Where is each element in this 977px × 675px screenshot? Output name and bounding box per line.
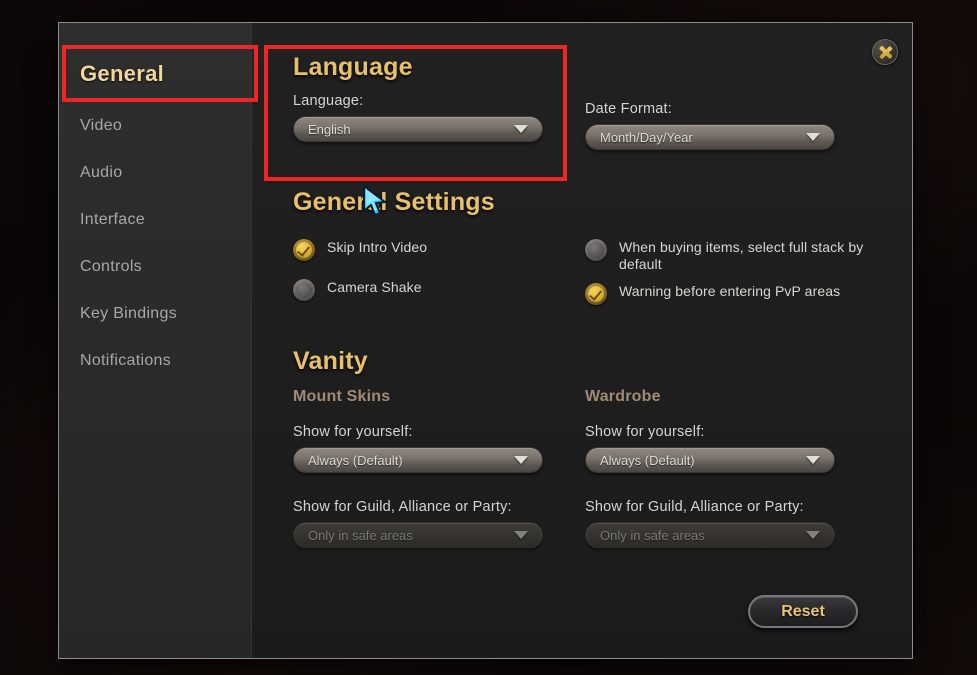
- chevron-down-icon: [514, 531, 528, 539]
- mount-skins-group-value: Only in safe areas: [308, 527, 413, 543]
- chevron-down-icon: [806, 456, 820, 464]
- sidebar-item-label: Controls: [80, 257, 142, 275]
- language-column: Language Language: English: [293, 53, 585, 150]
- sidebar-item-video[interactable]: Video: [59, 102, 251, 149]
- vanity-columns: Mount Skins Show for yourself: Always (D…: [293, 388, 877, 548]
- close-x-icon: [878, 45, 893, 60]
- chevron-down-icon: [514, 125, 528, 133]
- sidebar-item-label: Audio: [80, 163, 123, 181]
- language-field-label: Language:: [293, 93, 364, 109]
- sidebar-nav-list: General Video Audio Interface Controls K…: [59, 23, 251, 384]
- vanity-mount-skins-column: Mount Skins Show for yourself: Always (D…: [293, 388, 585, 548]
- mount-skins-self-label: Show for yourself:: [293, 424, 413, 440]
- checkbox-camera-shake[interactable]: [293, 279, 315, 301]
- settings-sidebar: General Video Audio Interface Controls K…: [59, 23, 252, 658]
- reset-button-label: Reset: [781, 602, 825, 620]
- date-format-dropdown-value: Month/Day/Year: [600, 129, 693, 145]
- date-format-dropdown[interactable]: Month/Day/Year: [585, 124, 835, 150]
- sidebar-item-label: Interface: [80, 210, 145, 228]
- sidebar-item-general[interactable]: General: [59, 46, 251, 102]
- chevron-down-icon: [806, 133, 820, 141]
- chevron-down-icon: [806, 531, 820, 539]
- sidebar-item-audio[interactable]: Audio: [59, 149, 251, 196]
- option-label: Skip Intro Video: [327, 239, 428, 255]
- wardrobe-self-value: Always (Default): [600, 452, 695, 468]
- language-section: Language Language: English Date Format:: [293, 53, 877, 150]
- settings-scroll-viewport: Language Language: English Date Format:: [252, 23, 877, 576]
- date-format-field-label: Date Format:: [585, 101, 673, 117]
- option-row-full-stack[interactable]: When buying items, select full stack by …: [585, 239, 877, 273]
- mount-skins-self-dropdown[interactable]: Always (Default): [293, 447, 543, 473]
- option-row-camera-shake[interactable]: Camera Shake: [293, 279, 585, 301]
- language-dropdown[interactable]: English: [293, 116, 543, 142]
- chevron-down-icon: [514, 456, 528, 464]
- sidebar-item-label: Key Bindings: [80, 304, 177, 322]
- general-settings-section: General Settings Skip Intro Video Camera…: [293, 188, 877, 305]
- language-heading: Language: [293, 53, 413, 81]
- wardrobe-title: Wardrobe: [585, 388, 661, 405]
- option-label: When buying items, select full stack by …: [619, 239, 864, 272]
- sidebar-item-notifications[interactable]: Notifications: [59, 337, 251, 384]
- language-dropdown-value: English: [308, 121, 351, 137]
- sidebar-item-controls[interactable]: Controls: [59, 243, 251, 290]
- general-settings-heading: General Settings: [293, 188, 495, 216]
- vanity-wardrobe-column: Wardrobe Show for yourself: Always (Defa…: [585, 388, 877, 548]
- sidebar-item-label: Video: [80, 116, 123, 134]
- general-settings-columns: Skip Intro Video Camera Shake When buyin…: [293, 223, 877, 305]
- game-settings-screen: General Video Audio Interface Controls K…: [0, 0, 977, 675]
- checkbox-skip-intro-video[interactable]: [293, 239, 315, 261]
- mount-skins-group-label: Show for Guild, Alliance or Party:: [293, 499, 512, 515]
- close-button[interactable]: [872, 39, 898, 65]
- general-settings-right-column: When buying items, select full stack by …: [585, 223, 877, 305]
- date-format-column: Date Format: Month/Day/Year: [585, 53, 877, 150]
- sidebar-item-interface[interactable]: Interface: [59, 196, 251, 243]
- checkbox-pvp-warning[interactable]: [585, 283, 607, 305]
- wardrobe-self-dropdown[interactable]: Always (Default): [585, 447, 835, 473]
- option-row-pvp-warning[interactable]: Warning before entering PvP areas: [585, 283, 877, 305]
- reset-button[interactable]: Reset: [748, 595, 858, 628]
- settings-panel: General Video Audio Interface Controls K…: [58, 22, 913, 659]
- option-label: Camera Shake: [327, 279, 422, 295]
- option-label: Warning before entering PvP areas: [619, 283, 841, 299]
- checkbox-full-stack-by-default[interactable]: [585, 239, 607, 261]
- wardrobe-group-label: Show for Guild, Alliance or Party:: [585, 499, 804, 515]
- settings-content: Language Language: English Date Format:: [252, 23, 912, 658]
- sidebar-item-label: General: [80, 61, 165, 86]
- wardrobe-self-label: Show for yourself:: [585, 424, 705, 440]
- option-row-skip-intro-video[interactable]: Skip Intro Video: [293, 239, 585, 261]
- sidebar-item-key-bindings[interactable]: Key Bindings: [59, 290, 251, 337]
- wardrobe-group-dropdown[interactable]: Only in safe areas: [585, 522, 835, 548]
- general-settings-left-column: Skip Intro Video Camera Shake: [293, 223, 585, 305]
- mount-skins-group-dropdown[interactable]: Only in safe areas: [293, 522, 543, 548]
- vanity-section: Vanity Mount Skins Show for yourself: Al…: [293, 347, 877, 548]
- settings-scroll-content: Language Language: English Date Format:: [252, 23, 877, 548]
- vanity-heading: Vanity: [293, 347, 368, 375]
- mount-skins-title: Mount Skins: [293, 388, 391, 405]
- mount-skins-self-value: Always (Default): [308, 452, 403, 468]
- sidebar-item-label: Notifications: [80, 351, 172, 369]
- wardrobe-group-value: Only in safe areas: [600, 527, 705, 543]
